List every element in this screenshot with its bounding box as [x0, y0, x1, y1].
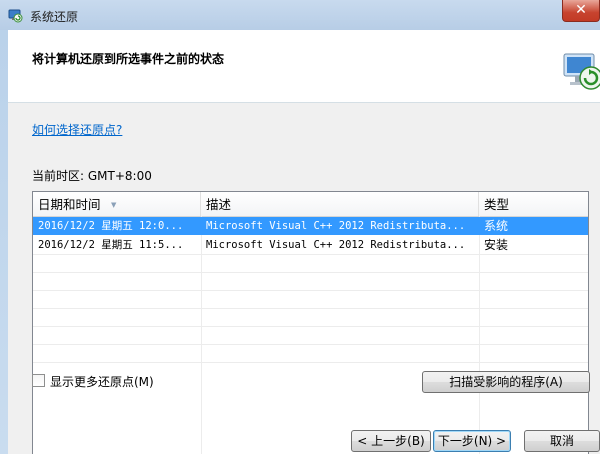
wizard-header: 将计算机还原到所选事件之前的状态	[8, 30, 600, 103]
table-header: 日期和时间 ▼ 描述 类型	[33, 192, 588, 217]
row-divider	[33, 362, 588, 363]
row-divider	[33, 344, 588, 345]
row-divider	[33, 272, 588, 273]
row-divider	[33, 326, 588, 327]
help-link[interactable]: 如何选择还原点?	[32, 121, 122, 138]
cell-description: Microsoft Visual C++ 2012 Redistributa..…	[206, 239, 466, 251]
show-more-label: 显示更多还原点(M)	[50, 375, 154, 389]
row-divider	[33, 290, 588, 291]
timezone-label: 当前时区: GMT+8:00	[32, 169, 152, 183]
row-divider	[33, 308, 588, 309]
column-header-description[interactable]: 描述	[201, 192, 479, 216]
system-restore-window: 系统还原 ✕ 将计算机还原到所选事件之前的状态 如何选择还原点? 当前时区: G…	[0, 0, 600, 454]
cell-description: Microsoft Visual C++ 2012 Redistributa..…	[206, 220, 466, 232]
close-button[interactable]: ✕	[562, 0, 600, 22]
window-title: 系统还原	[30, 10, 79, 24]
wizard-content: 如何选择还原点? 当前时区: GMT+8:00 日期和时间 ▼ 描述 类型 20…	[8, 103, 600, 454]
system-restore-icon	[560, 48, 600, 92]
next-button[interactable]: 下一步(N) >	[433, 430, 511, 452]
cancel-button[interactable]: 取消	[524, 430, 600, 452]
column-header-date[interactable]: 日期和时间 ▼	[33, 192, 201, 216]
cell-type: 安装	[484, 238, 509, 252]
table-row[interactable]: 2016/12/2 星期五 11:5... Microsoft Visual C…	[33, 236, 588, 254]
row-divider	[33, 254, 588, 255]
column-header-type[interactable]: 类型	[479, 192, 588, 216]
cell-type: 系统	[484, 219, 509, 233]
show-more-checkbox[interactable]	[32, 374, 45, 387]
scan-affected-programs-button[interactable]: 扫描受影响的程序(A)	[422, 371, 590, 393]
sort-indicator-icon: ▼	[111, 201, 117, 209]
cell-date: 2016/12/2 星期五 12:0...	[38, 220, 184, 232]
back-button[interactable]: < 上一步(B)	[351, 430, 431, 452]
restore-points-table: 日期和时间 ▼ 描述 类型 2016/12/2 星期五 12:0... Micr…	[32, 191, 589, 454]
page-title: 将计算机还原到所选事件之前的状态	[32, 52, 225, 66]
table-row[interactable]: 2016/12/2 星期五 12:0... Microsoft Visual C…	[33, 217, 588, 235]
close-icon: ✕	[575, 2, 587, 18]
cell-date: 2016/12/2 星期五 11:5...	[38, 239, 184, 251]
title-bar[interactable]: 系统还原 ✕	[0, 0, 600, 30]
system-restore-icon	[7, 7, 23, 23]
